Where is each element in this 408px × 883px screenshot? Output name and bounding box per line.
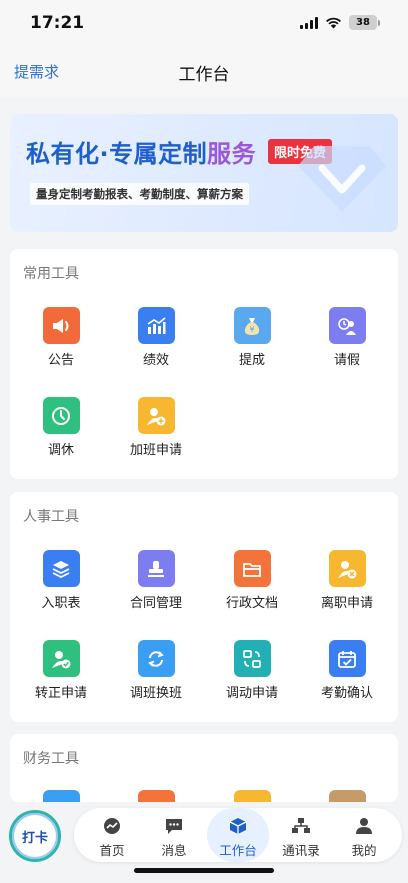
tool-attendance-confirm[interactable]: 考勤确认	[307, 640, 387, 701]
tool-label: 绩效	[142, 353, 169, 368]
tool-leave[interactable]: 请假	[307, 307, 387, 368]
stamp-icon	[137, 550, 175, 587]
battery-level: 38	[349, 15, 377, 30]
tool-label: 调班换班	[129, 686, 182, 701]
signal-icon	[300, 16, 318, 29]
tool-label: 请假	[333, 353, 360, 368]
tab-label: 消息	[161, 843, 187, 858]
tool-label: 合同管理	[129, 596, 182, 611]
section-title: 财务工具	[23, 751, 79, 767]
tool-label: 考勤确认	[320, 686, 373, 701]
tool-shift-swap[interactable]: 调班换班	[116, 640, 196, 701]
nav-bar: 工作台 提需求	[0, 46, 408, 98]
profile-icon	[334, 817, 394, 835]
card-icon	[42, 790, 80, 802]
banner-title: 私有化·专属定制服务	[26, 134, 256, 169]
tab-label: 工作台	[219, 843, 257, 858]
hr-tools-card: 人事工具 入职表 合同管理 行政文档 离职申请 转正申请 调班换班 调动申请 考…	[10, 492, 398, 722]
tool-label: 行政文档	[225, 596, 278, 611]
banner-subtitle: 量身定制考勤报表、考勤制度、算薪方案	[30, 183, 249, 205]
tool-resignation-request[interactable]: 离职申请	[307, 550, 387, 611]
punch-in-button[interactable]: 打卡	[9, 810, 61, 862]
status-icons: 38	[300, 15, 380, 30]
tool-overtime-request[interactable]: 加班申请	[116, 397, 196, 458]
person-add-icon	[137, 397, 175, 434]
tab-home[interactable]: 首页	[82, 808, 142, 862]
tool-regularization-request[interactable]: 转正申请	[21, 640, 101, 701]
tab-contacts[interactable]: 通讯录	[271, 808, 331, 862]
tool-label: 提成	[238, 353, 265, 368]
tool-time-off[interactable]: 调休	[21, 397, 101, 458]
section-title: 常用工具	[23, 266, 79, 282]
tool-onboarding-form[interactable]: 入职表	[21, 550, 101, 611]
common-tools-card: 常用工具 公告 绩效 ¥ 提成 请假 调休 加班申请	[10, 249, 398, 479]
megaphone-icon	[42, 307, 80, 344]
tool-finance-2[interactable]	[116, 790, 196, 802]
tab-workbench[interactable]: 工作台	[207, 808, 269, 862]
person-clock-icon	[328, 307, 366, 344]
tab-pill: 首页 消息 工作台 通讯录 我的	[74, 808, 402, 862]
status-bar: 17:21 38	[0, 0, 408, 46]
home-chart-icon	[82, 817, 142, 835]
money-bag-icon: ¥	[233, 307, 271, 344]
banner-title-main: 私有化·专属定制	[26, 140, 208, 168]
status-time: 17:21	[30, 13, 85, 33]
banner-title-accent: 服务	[207, 140, 257, 168]
refresh-icon	[137, 640, 175, 677]
tool-label: 离职申请	[320, 596, 373, 611]
calendar-check-icon	[328, 640, 366, 677]
tool-label: 调动申请	[225, 686, 278, 701]
tool-label: 公告	[47, 353, 74, 368]
wifi-icon	[326, 17, 341, 28]
finance-icon-2	[137, 790, 175, 802]
diamond-icon	[298, 146, 386, 212]
tool-announcement[interactable]: 公告	[21, 307, 101, 368]
page-title: 工作台	[178, 65, 230, 85]
tab-label: 通讯录	[282, 843, 320, 858]
finance-icon-4	[328, 790, 366, 802]
tool-finance-3[interactable]	[212, 790, 292, 802]
workbench-icon	[207, 817, 269, 835]
tab-messages[interactable]: 消息	[144, 808, 204, 862]
tool-contract-management[interactable]: 合同管理	[116, 550, 196, 611]
svg-text:¥: ¥	[249, 325, 254, 334]
finance-tools-card: 财务工具	[10, 734, 398, 802]
battery-icon: 38	[349, 15, 380, 30]
request-feature-link[interactable]: 提需求	[14, 61, 59, 82]
tool-finance-4[interactable]	[307, 790, 387, 802]
tool-commission[interactable]: ¥ 提成	[212, 307, 292, 368]
tool-finance-1[interactable]	[21, 790, 101, 802]
tool-performance[interactable]: 绩效	[116, 307, 196, 368]
tab-profile[interactable]: 我的	[334, 808, 394, 862]
home-indicator	[134, 868, 274, 873]
bar-chart-icon	[137, 307, 175, 344]
tab-label: 首页	[99, 843, 125, 858]
stack-icon	[42, 550, 80, 587]
tab-label: 我的	[351, 843, 377, 858]
clock-icon	[42, 397, 80, 434]
tool-transfer-request[interactable]: 调动申请	[212, 640, 292, 701]
section-title: 人事工具	[23, 509, 79, 525]
person-check-icon	[42, 640, 80, 677]
person-remove-icon	[328, 550, 366, 587]
transfer-icon	[233, 640, 271, 677]
tool-admin-documents[interactable]: 行政文档	[212, 550, 292, 611]
tool-label: 入职表	[41, 596, 81, 611]
tool-label: 调休	[47, 443, 74, 458]
folder-icon	[233, 550, 271, 587]
message-icon	[144, 817, 204, 835]
finance-icon-3	[233, 790, 271, 802]
tool-label: 转正申请	[34, 686, 87, 701]
tool-label: 加班申请	[129, 443, 182, 458]
contacts-icon	[271, 817, 331, 835]
promo-banner[interactable]: 私有化·专属定制服务 限时免费 量身定制考勤报表、考勤制度、算薪方案	[10, 114, 398, 232]
